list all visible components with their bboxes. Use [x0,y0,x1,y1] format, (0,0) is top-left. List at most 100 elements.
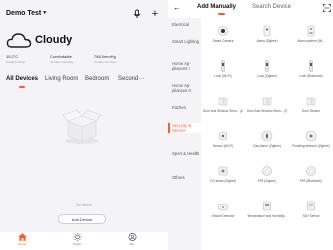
caret-down-icon: ▼ [42,10,48,16]
device-tile[interactable]: Smoke Detector [203,199,243,229]
device-tile-label: Smart Camera [212,39,234,43]
tab-bedroom[interactable]: Bedroom [85,76,109,82]
device-tile-label: PIR (Zigbee) [257,179,277,183]
smart-sun-icon [73,233,81,241]
category-sport-health[interactable]: Sport & Health [168,151,201,156]
tab-all-devices[interactable]: All Devices [6,76,38,82]
device-tile[interactable]: Gas Alarm (Zigbee) [247,129,287,159]
category-home-appliances-2[interactable]: Home Ap-pliances II [168,83,201,93]
camera-icon [218,26,228,36]
profile-icon [128,233,136,241]
empty-box-illustration [62,109,102,144]
category-smart-lighting[interactable]: Smart Lighting [168,39,201,44]
lock-icon [221,60,225,72]
scan-icon[interactable] [323,4,331,12]
device-tile-label: Door And Window Sens... (Wi-Fi) [247,109,287,113]
category-security-sensor[interactable]: Security & Sensor [168,123,201,133]
weather-stat-pressure: 768.0mmHg Outdoor Air Pres... [94,54,119,64]
category-sidebar: Electrical Smart Lighting Home Ap-plianc… [168,18,201,250]
device-tile[interactable]: Lock (Wi-Fi) [203,59,243,89]
category-home-appliances-1[interactable]: Home Ap-pliances I [168,61,201,71]
home-selector[interactable]: Demo Test▼ [6,10,47,17]
device-tile-label: Lock (Bluetooth) [299,74,323,78]
home-name: Demo Test [6,10,42,17]
device-tile[interactable]: PIR (Bluetooth) [291,164,331,194]
smoke-detector-icon [217,203,229,211]
device-tile-label: Sensor (Wi-Fi) [212,144,234,148]
device-tile[interactable]: PIR (Zigbee) [247,164,287,194]
category-others[interactable]: Others [168,175,201,180]
device-tile[interactable]: Sensor (Wi-Fi) [203,129,243,159]
device-tile[interactable]: Door Sensor [291,94,331,124]
back-arrow-icon[interactable]: ← [173,3,181,12]
microphone-icon[interactable] [132,9,142,19]
device-tile[interactable]: Alarm system (Wi... [291,24,331,54]
lock-icon [309,60,313,72]
device-tile-label: Flooding detector (Zigbee) [292,144,330,148]
weather-stat-humidity: Comfortable Outdoor Humidity [50,54,74,64]
alarm-icon [263,25,271,37]
home-screen: Demo Test▼ + Cloudy 15.2°C Outdoor Temp.… [0,0,168,250]
th-sensor-icon [307,201,315,211]
tab-search-device[interactable]: Search Device [252,4,291,10]
device-tile[interactable]: CO alarm (Zigbee) [203,164,243,194]
tab-add-manually[interactable]: Add Manually [197,4,236,10]
category-kitchen[interactable]: Kitchen [168,105,201,110]
device-tile-label: T&H Sensor [302,214,320,218]
door-sensor-icon [262,97,272,106]
nav-me-label: Me [129,242,135,246]
weather-condition: Cloudy [35,34,73,46]
device-tile-label: Door Sensor [302,109,320,113]
device-tile[interactable]: Lock (Zigbee) [247,59,287,89]
device-tile[interactable]: Lock (Bluetooth) [291,59,331,89]
room-tabs: All Devices Living Room Bedroom Second··… [6,76,164,90]
category-electrical[interactable]: Electrical [168,22,201,27]
nav-home-label: Home [17,242,26,246]
door-sensor-icon [306,97,316,106]
nav-smart-label: Smart [72,242,81,246]
device-tile-label: Alarm system (Wi... [297,39,325,43]
device-tile[interactable]: Temperature and Humidity... [247,199,287,229]
device-tile-label: Door and Window Sens... (Zigbee) [203,109,243,113]
alarm-system-icon [307,25,315,37]
nav-home[interactable]: Home [7,233,37,246]
add-device-header: ← Add Manually Search Device [168,0,333,16]
flood-detector-icon [305,130,317,142]
active-tab-indicator [218,13,225,15]
device-tile-label: Temperature and Humidity... [247,214,287,218]
device-tile-label: Lock (Zigbee) [257,74,277,78]
device-tile[interactable]: Flooding detector (Zigbee) [291,129,331,159]
weather-card: Cloudy 15.2°C Outdoor Temp. Comfortable … [6,32,156,64]
add-icon[interactable]: + [150,9,160,20]
device-tile-label: CO alarm (Zigbee) [209,179,237,183]
device-tile-label: PIR (Bluetooth) [300,179,322,183]
weather-stat-temp: 15.2°C Outdoor Temp. [6,54,26,64]
device-tile[interactable]: Alarm (Zigbee) [247,24,287,54]
device-tile[interactable]: Smart Camera [203,24,243,54]
nav-me[interactable]: Me [117,233,147,246]
bottom-nav: Home Smart Me [0,232,168,250]
door-sensor-icon [218,97,228,106]
pir-icon [262,166,272,176]
co-alarm-icon [218,166,228,176]
active-tab-indicator [19,86,25,88]
device-tile-label: Lock (Wi-Fi) [214,74,232,78]
device-tile-label: Gas Alarm (Zigbee) [253,144,281,148]
nav-smart[interactable]: Smart [62,233,92,246]
add-device-screen: ← Add Manually Search Device Electrical … [168,0,333,250]
pir-icon [306,166,316,176]
lock-icon [265,60,269,72]
device-tile-label: Smoke Detector [211,214,235,218]
device-tile[interactable]: Door And Window Sens... (Wi-Fi) [247,94,287,124]
add-device-button[interactable]: Add Device [58,214,106,224]
device-tile[interactable]: T&H Sensor [291,199,331,229]
tab-second[interactable]: Second··· [118,76,144,82]
tab-living-room[interactable]: Living Room [45,76,78,82]
empty-state-text: No device [76,203,92,207]
home-icon [17,233,27,241]
cloud-icon [6,33,32,48]
thermometer-icon [263,201,271,211]
device-tile[interactable]: Door and Window Sens... (Zigbee) [203,94,243,124]
sensor-icon [219,132,227,140]
gas-alarm-icon [261,130,273,142]
